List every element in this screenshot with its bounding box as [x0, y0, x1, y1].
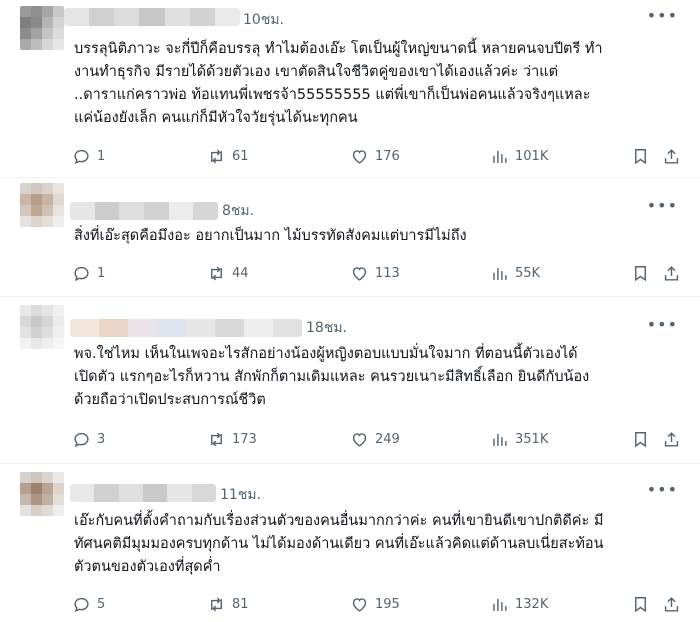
like-count: 195 [375, 596, 400, 612]
more-icon[interactable]: ••• [647, 315, 678, 334]
reply-count: 3 [97, 431, 106, 447]
share-icon [664, 148, 679, 164]
views-button[interactable]: 132K [490, 595, 548, 614]
post-text: สิ่งที่เอ๊ะสุดคือมึงอะ อยากเป็นมาก ไม้บร… [74, 228, 467, 244]
reply-icon [74, 149, 89, 164]
post-4[interactable]: 11ชม. ••• เอ๊ะกับคนที่ตั้งคำถามกับเรื่อง… [0, 464, 700, 622]
repost-count: 173 [232, 431, 257, 447]
like-count: 176 [375, 148, 400, 164]
share-button[interactable] [662, 264, 681, 283]
repost-icon [211, 432, 222, 446]
view-count: 55K [515, 265, 541, 281]
action-bar: 5 81 195 132K [72, 593, 686, 615]
heart-icon [352, 432, 367, 447]
reply-count: 1 [97, 148, 106, 164]
repost-icon [211, 597, 222, 611]
action-bar: 1 44 113 55K [72, 262, 686, 284]
reply-button[interactable]: 3 [72, 430, 105, 449]
repost-count: 61 [232, 148, 249, 164]
heart-icon [352, 597, 367, 612]
like-button[interactable]: 176 [350, 147, 400, 166]
reply-button[interactable]: 1 [72, 264, 105, 283]
post-time[interactable]: 10ชม. [243, 9, 284, 31]
post-text: พจ.ใช่ไหม เห็นในเพจอะไรสักอย่างน้องผู้หญ… [74, 346, 590, 408]
post-text: บรรลุนิติภาวะ จะกี่ปีก็คือบรรลุ ทำไมต้อง… [74, 41, 603, 126]
like-button[interactable]: 249 [350, 430, 400, 449]
bookmark-button[interactable] [631, 430, 650, 449]
view-count: 132K [515, 596, 549, 612]
bookmark-icon [635, 148, 646, 164]
views-button[interactable]: 351K [490, 430, 548, 449]
repost-button[interactable]: 81 [207, 595, 249, 614]
repost-count: 81 [232, 596, 249, 612]
reply-button[interactable]: 5 [72, 595, 105, 614]
reply-icon [74, 432, 89, 447]
avatar[interactable] [20, 472, 64, 516]
analytics-icon [493, 598, 507, 611]
author-name[interactable] [70, 202, 218, 220]
analytics-icon [493, 267, 507, 280]
reply-thread: 10ชม. ••• บรรลุนิติภาวะ จะกี่ปีก็คือบรรล… [0, 0, 700, 622]
bookmark-button[interactable] [631, 147, 650, 166]
heart-icon [352, 149, 367, 164]
repost-icon [211, 266, 222, 280]
repost-icon [211, 149, 222, 163]
reply-button[interactable]: 1 [72, 147, 105, 166]
post-2[interactable]: 8ชม. ••• สิ่งที่เอ๊ะสุดคือมึงอะ อยากเป็น… [0, 178, 700, 294]
views-button[interactable]: 55K [490, 264, 540, 283]
share-button[interactable] [662, 430, 681, 449]
analytics-icon [493, 433, 507, 446]
bookmark-icon [635, 596, 646, 612]
heart-icon [352, 266, 367, 281]
repost-button[interactable]: 44 [207, 264, 249, 283]
repost-button[interactable]: 173 [207, 430, 257, 449]
post-1[interactable]: 10ชม. ••• บรรลุนิติภาวะ จะกี่ปีก็คือบรรล… [0, 0, 700, 177]
share-button[interactable] [662, 595, 681, 614]
post-time[interactable]: 8ชม. [222, 200, 254, 222]
post-text: เอ๊ะกับคนที่ตั้งคำถามกับเรื่องส่วนตัวของ… [74, 513, 604, 575]
action-bar: 1 61 176 101K [72, 145, 686, 167]
bookmark-icon [635, 265, 646, 281]
bookmark-icon [635, 431, 646, 447]
bookmark-button[interactable] [631, 264, 650, 283]
share-button[interactable] [662, 147, 681, 166]
more-icon[interactable]: ••• [647, 480, 678, 499]
like-count: 113 [375, 265, 400, 281]
post-time[interactable]: 11ชม. [220, 484, 261, 506]
analytics-icon [493, 150, 507, 163]
author-name[interactable] [70, 484, 216, 502]
author-name[interactable] [64, 8, 240, 26]
view-count: 351K [515, 431, 549, 447]
views-button[interactable]: 101K [490, 147, 548, 166]
share-icon [664, 596, 679, 612]
reply-icon [74, 266, 89, 281]
reply-count: 5 [97, 596, 106, 612]
action-bar: 3 173 249 351K [72, 428, 686, 450]
reply-icon [74, 597, 89, 612]
avatar[interactable] [20, 183, 64, 227]
post-3[interactable]: 18ชม. ••• พจ.ใช่ไหม เห็นในเพจอะไรสักอย่า… [0, 297, 700, 462]
bookmark-button[interactable] [631, 595, 650, 614]
more-icon[interactable]: ••• [647, 6, 678, 25]
avatar[interactable] [20, 6, 64, 50]
like-button[interactable]: 113 [350, 264, 400, 283]
like-count: 249 [375, 431, 400, 447]
share-icon [664, 265, 679, 281]
share-icon [664, 431, 679, 447]
like-button[interactable]: 195 [350, 595, 400, 614]
repost-count: 44 [232, 265, 249, 281]
repost-button[interactable]: 61 [207, 147, 249, 166]
view-count: 101K [515, 148, 549, 164]
more-icon[interactable]: ••• [647, 196, 678, 215]
avatar[interactable] [20, 305, 64, 349]
reply-count: 1 [97, 265, 106, 281]
post-time[interactable]: 18ชม. [306, 317, 347, 339]
author-name[interactable] [70, 319, 302, 337]
